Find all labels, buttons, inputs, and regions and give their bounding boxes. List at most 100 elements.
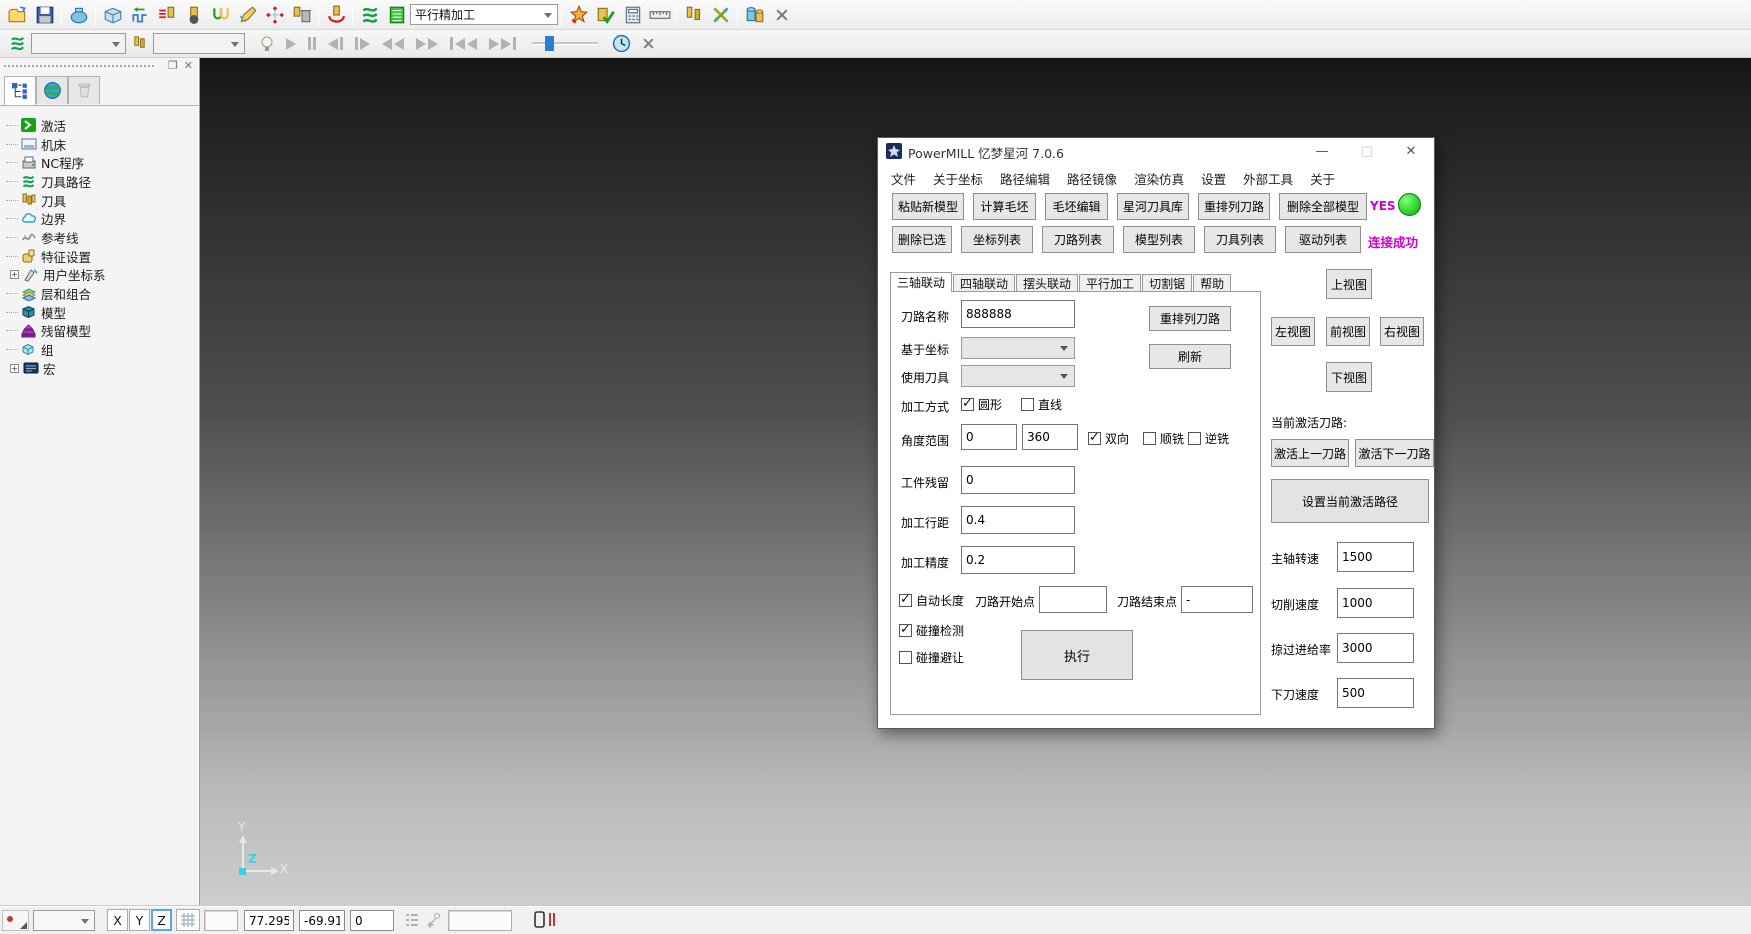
use-tool-select[interactable] <box>961 365 1075 387</box>
tool-holder-icon[interactable] <box>322 2 349 28</box>
go-to-end-icon[interactable] <box>489 37 516 50</box>
slider-handle[interactable] <box>545 36 554 51</box>
strategy-preset-combobox[interactable]: 平行精加工 <box>410 4 558 25</box>
sim-toolpath-combobox[interactable] <box>31 33 126 54</box>
close-button[interactable]: ✕ <box>1401 144 1421 159</box>
angle-from-input[interactable] <box>961 424 1017 450</box>
toolbar-close-icon[interactable] <box>768 2 795 28</box>
calculator-icon[interactable] <box>619 2 646 28</box>
toolpath-list-icon[interactable] <box>383 2 410 28</box>
climb-mill-checkbox[interactable]: 顺铣 <box>1143 430 1184 447</box>
maximize-button[interactable]: □ <box>1357 144 1377 159</box>
axis-x-button[interactable]: X <box>107 909 128 931</box>
menu-about[interactable]: 关于 <box>1310 169 1335 188</box>
tab-saw[interactable]: 切割锯 <box>1142 274 1192 292</box>
sidebar-item-feature-sets[interactable]: 特征设置 <box>6 247 195 266</box>
plunge-feed-input[interactable] <box>1337 678 1414 708</box>
axis-y-button[interactable]: Y <box>129 909 150 931</box>
sidebar-item-patterns[interactable]: 参考线 <box>6 228 195 247</box>
view-front-button[interactable]: 前视图 <box>1326 317 1370 346</box>
feed-rates-icon[interactable] <box>153 2 180 28</box>
sidebar-item-toolpaths[interactable]: 刀具路径 <box>6 172 195 191</box>
sidebar-item-ncprogram[interactable]: NC程序 <box>6 153 195 172</box>
tab-3axis[interactable]: 三轴联动 <box>890 272 952 292</box>
tab-parallel[interactable]: 平行加工 <box>1079 274 1141 292</box>
minimize-button[interactable]: — <box>1312 144 1332 159</box>
end-point-input[interactable] <box>1181 586 1253 613</box>
collision-check-checkbox[interactable]: 碰撞检测 <box>899 622 964 639</box>
execute-button[interactable]: 执行 <box>1021 630 1133 680</box>
rearrange-toolpaths-button[interactable]: 重排列刀路 <box>1198 193 1270 220</box>
coord-list-button[interactable]: 坐标列表 <box>961 226 1033 253</box>
menu-settings[interactable]: 设置 <box>1201 169 1226 188</box>
skim-feed-input[interactable] <box>1337 633 1414 663</box>
step-back-icon[interactable] <box>328 37 343 50</box>
ball-tool-icon[interactable] <box>180 2 207 28</box>
sidebar-tab-recycle-bin[interactable] <box>68 76 100 104</box>
sim-tool-combobox[interactable] <box>153 33 245 54</box>
sidebar-item-groups[interactable]: 组 <box>6 340 195 359</box>
refresh-button[interactable]: 刷新 <box>1149 344 1231 369</box>
verify-toolpath-icon[interactable] <box>592 2 619 28</box>
rewind-icon[interactable] <box>382 38 404 50</box>
sim-speed-slider[interactable] <box>532 42 598 45</box>
drive-list-button[interactable]: 驱动列表 <box>1285 226 1361 253</box>
powermill-logo-icon[interactable] <box>356 2 383 28</box>
conventional-mill-checkbox[interactable]: 逆铣 <box>1188 430 1229 447</box>
tool-library-button[interactable]: 星河刀具库 <box>1117 193 1189 220</box>
angle-to-input[interactable] <box>1022 424 1078 450</box>
sidebar-item-models[interactable]: 模型 <box>6 303 195 322</box>
sidebar-item-boundaries[interactable]: 边界 <box>6 209 195 228</box>
sidebar-tab-world[interactable] <box>36 76 68 104</box>
sidebar-item-workplanes[interactable]: +用户坐标系 <box>6 266 195 285</box>
delete-selected-button[interactable]: 删除已选 <box>892 226 952 253</box>
view-right-button[interactable]: 右视图 <box>1380 317 1424 346</box>
paste-model-button[interactable]: 粘贴新模型 <box>892 193 964 220</box>
cylinder-pair-icon[interactable] <box>741 2 768 28</box>
model-list-button[interactable]: 模型列表 <box>1123 226 1195 253</box>
tree-expander-icon[interactable]: + <box>10 270 19 279</box>
activate-next-button[interactable]: 激活下一刀路 <box>1355 439 1434 467</box>
stock-remain-input[interactable] <box>961 466 1075 494</box>
rapid-moves-icon[interactable] <box>126 2 153 28</box>
view-bottom-button[interactable]: 下视图 <box>1326 362 1372 392</box>
grid-toggle-button[interactable] <box>176 909 200 931</box>
sidebar-item-tools[interactable]: 刀具 <box>6 191 195 210</box>
delete-all-models-button[interactable]: 删除全部模型 <box>1279 193 1367 220</box>
menu-file[interactable]: 文件 <box>891 169 916 188</box>
create-block-icon[interactable] <box>99 2 126 28</box>
sidebar-item-activate[interactable]: 激活 <box>6 116 195 135</box>
pause-icon[interactable] <box>308 37 316 50</box>
ncprogram-star-icon[interactable] <box>565 2 592 28</box>
spindle-speed-input[interactable] <box>1337 542 1414 572</box>
status-combobox[interactable] <box>33 910 95 931</box>
base-coord-select[interactable] <box>961 337 1075 359</box>
rearrange-button[interactable]: 重排列刀路 <box>1149 306 1231 331</box>
view-left-button[interactable]: 左视图 <box>1271 317 1315 346</box>
sidebar-tab-explorer[interactable] <box>4 76 36 106</box>
panel-drag-grip[interactable] <box>4 65 154 67</box>
tab-help[interactable]: 帮助 <box>1193 274 1231 292</box>
fast-forward-icon[interactable] <box>416 38 438 50</box>
tolerance-input[interactable] <box>961 546 1075 574</box>
mode-line-checkbox[interactable]: 直线 <box>1021 396 1062 413</box>
auto-length-checkbox[interactable]: 自动长度 <box>899 592 964 609</box>
leads-links-icon[interactable] <box>207 2 234 28</box>
cutting-feed-input[interactable] <box>1337 588 1414 618</box>
save-icon[interactable] <box>31 2 58 28</box>
axis-z-button[interactable]: Z <box>151 909 172 931</box>
tree-expander-icon[interactable]: + <box>10 364 19 373</box>
status-grip[interactable] <box>2 910 29 931</box>
mode-circle-checkbox[interactable]: 圆形 <box>961 396 1002 413</box>
panel-close-icon[interactable]: ✕ <box>184 59 193 72</box>
bulb-icon[interactable] <box>253 31 280 57</box>
calc-block-button[interactable]: 计算毛坯 <box>973 193 1036 220</box>
tab-4axis[interactable]: 四轴联动 <box>953 274 1015 292</box>
play-icon[interactable] <box>286 38 296 50</box>
menu-path-mirror[interactable]: 路径镜像 <box>1067 169 1117 188</box>
menu-external-tools[interactable]: 外部工具 <box>1243 169 1293 188</box>
menu-coords[interactable]: 关于坐标 <box>933 169 983 188</box>
tool-delete-icon[interactable] <box>288 2 315 28</box>
start-point-input[interactable] <box>1039 586 1107 613</box>
step-forward-icon[interactable] <box>355 37 370 50</box>
